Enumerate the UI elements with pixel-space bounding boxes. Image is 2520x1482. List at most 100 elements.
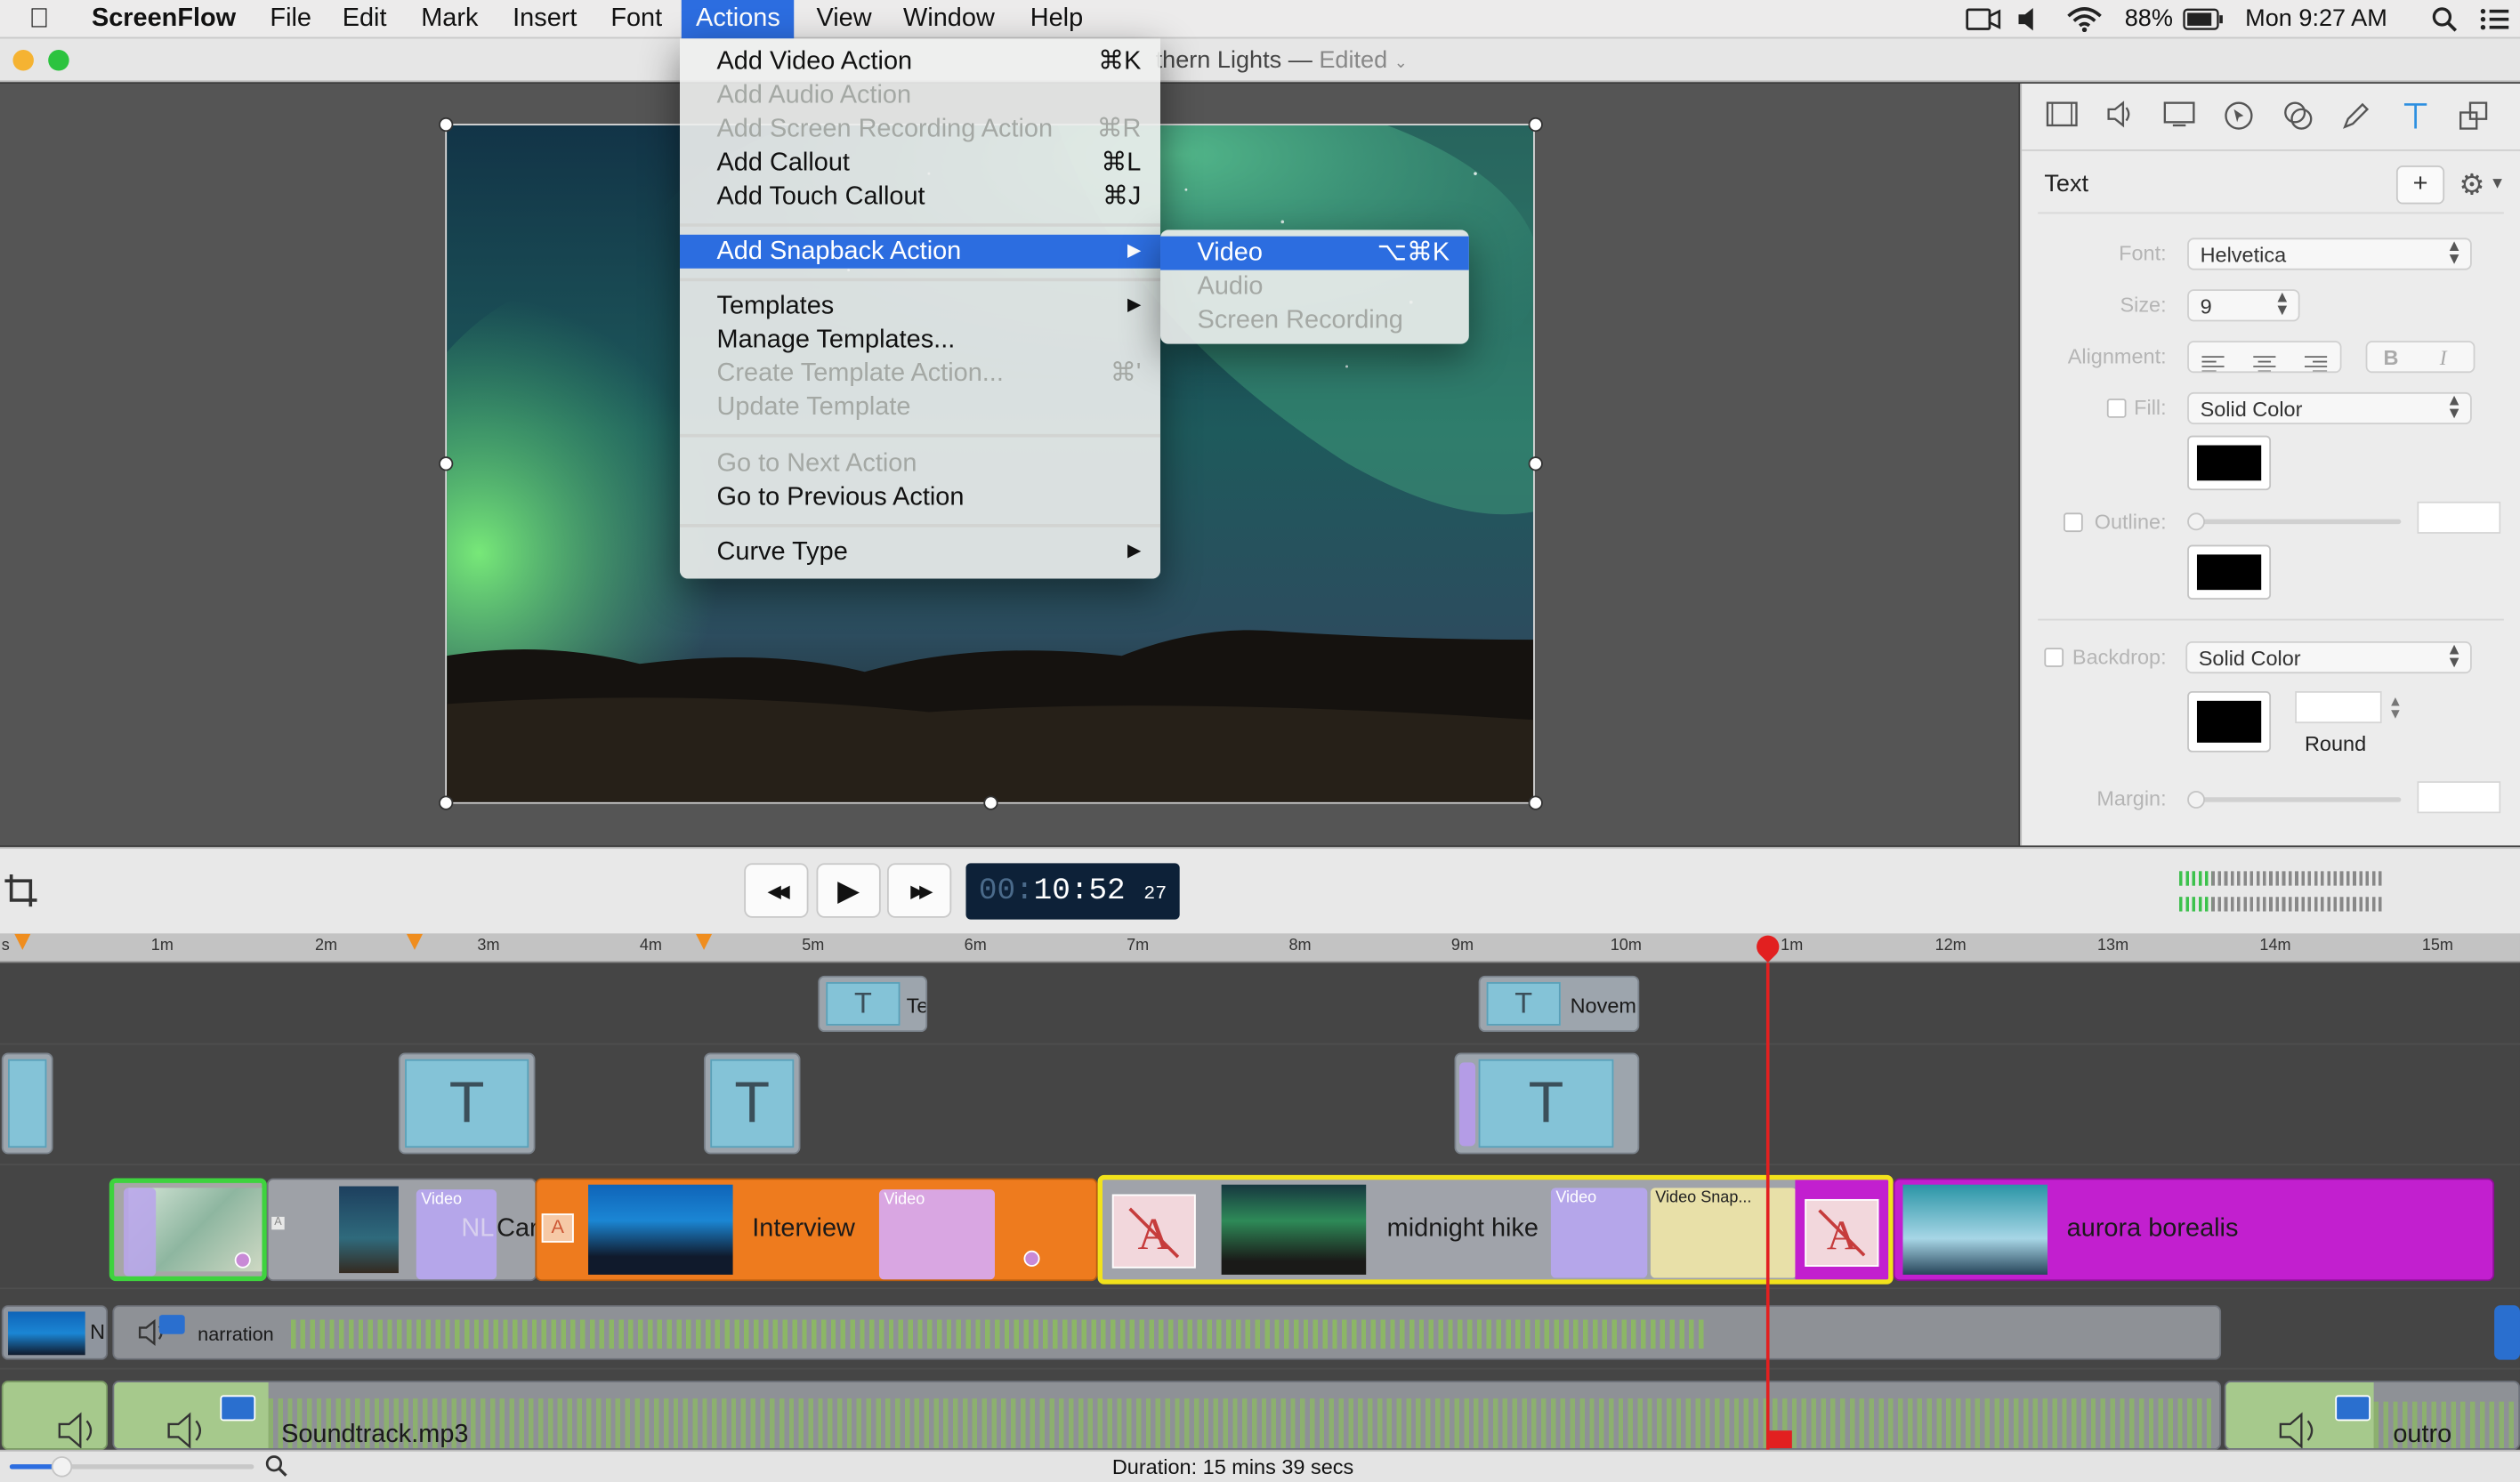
menu-insert[interactable]: Insert bbox=[513, 0, 577, 38]
timeline-ruler[interactable]: s 1m 2m 3m 4m 5m 6m 7m 8m 9m 10m 1m 12m … bbox=[0, 930, 2520, 963]
outline-width-slider[interactable] bbox=[2192, 519, 2402, 525]
minimize-button[interactable] bbox=[12, 50, 34, 71]
playhead-handle[interactable] bbox=[1751, 930, 1784, 963]
battery-icon[interactable] bbox=[2183, 0, 2225, 38]
notification-center-icon[interactable] bbox=[2480, 0, 2509, 38]
outline-width-field[interactable] bbox=[2417, 501, 2501, 534]
backdrop-color-well[interactable] bbox=[2187, 690, 2272, 753]
margin-slider-knob[interactable] bbox=[2187, 791, 2205, 809]
volume-icon[interactable] bbox=[2017, 0, 2039, 38]
narration-audio-clip[interactable]: narration bbox=[112, 1305, 2222, 1360]
round-field[interactable] bbox=[2295, 690, 2382, 724]
menu-item-go-to-next-action[interactable]: Go to Next Action bbox=[680, 447, 1160, 480]
align-right-icon[interactable] bbox=[2304, 350, 2328, 380]
menu-help[interactable]: Help bbox=[1030, 0, 1083, 38]
fast-forward-button[interactable]: ▶▶ bbox=[886, 863, 952, 918]
text-clip[interactable]: T Te bbox=[818, 975, 928, 1033]
text-properties-icon[interactable] bbox=[2398, 100, 2434, 135]
submenu-item-screen-recording[interactable]: Screen Recording bbox=[1160, 304, 1469, 338]
text-clip[interactable] bbox=[1, 1052, 53, 1155]
outline-color-well[interactable] bbox=[2187, 544, 2272, 600]
bold-button[interactable]: B bbox=[2383, 345, 2398, 369]
menu-item-curve-type[interactable]: Curve Type ▶ bbox=[680, 536, 1160, 569]
size-popup[interactable]: 9 ▲ ▼ bbox=[2187, 289, 2300, 322]
play-button[interactable]: ▶ bbox=[816, 863, 881, 918]
audio-properties-icon[interactable] bbox=[2104, 100, 2139, 135]
resize-handle-bottom[interactable] bbox=[983, 795, 998, 810]
soundtrack-audio-clip[interactable]: Soundtrack.mp3 bbox=[112, 1381, 2222, 1450]
video-clip[interactable] bbox=[109, 1178, 267, 1282]
menu-item-add-callout[interactable]: Add Callout ⌘L bbox=[680, 146, 1160, 180]
resize-handle-top-left[interactable] bbox=[439, 117, 454, 133]
keyframe-dot[interactable] bbox=[1023, 1250, 1040, 1267]
annotations-pencil-icon[interactable] bbox=[2338, 100, 2374, 135]
text-clip[interactable]: T bbox=[1454, 1052, 1640, 1155]
video-properties-icon[interactable] bbox=[2044, 100, 2080, 135]
outro-audio-clip[interactable]: outro bbox=[2224, 1381, 2520, 1450]
gear-icon[interactable]: ⚙ bbox=[2459, 169, 2484, 203]
timeline-tracks[interactable]: T Te T Novem T T T A Video NL Car A Inte… bbox=[0, 962, 2520, 1450]
video-action-block[interactable]: Video bbox=[878, 1189, 995, 1280]
menu-font[interactable]: Font bbox=[610, 0, 662, 38]
video-clip-midnight-hike[interactable]: A midnight hike Video Video Snap... A bbox=[1097, 1174, 1894, 1285]
backdrop-popup[interactable]: Solid Color ▲ ▼ bbox=[2185, 640, 2472, 674]
audio-video-clip[interactable] bbox=[2494, 1305, 2520, 1360]
menu-actions[interactable]: Actions bbox=[681, 0, 796, 39]
align-center-icon[interactable] bbox=[2253, 350, 2276, 380]
audio-clip[interactable] bbox=[1, 1381, 109, 1450]
menu-mark[interactable]: Mark bbox=[421, 0, 478, 38]
stepper-icon[interactable]: ▲ ▼ bbox=[2388, 694, 2403, 721]
playhead-line[interactable] bbox=[1765, 962, 1770, 1450]
resize-handle-top-right[interactable] bbox=[1528, 117, 1543, 133]
menu-item-add-snapback-action[interactable]: Add Snapback Action ▶ bbox=[679, 234, 1161, 269]
zoom-slider-knob[interactable] bbox=[51, 1456, 73, 1478]
marker-icon[interactable] bbox=[696, 933, 713, 950]
menu-item-templates[interactable]: Templates ▶ bbox=[680, 289, 1160, 323]
wifi-icon[interactable] bbox=[2067, 0, 2103, 38]
marker-icon[interactable] bbox=[406, 933, 424, 950]
outline-checkbox[interactable] bbox=[2064, 512, 2083, 533]
transition-handle[interactable] bbox=[124, 1188, 157, 1277]
menu-item-add-video-action[interactable]: Add Video Action ⌘K bbox=[680, 45, 1160, 79]
menu-item-create-template-action[interactable]: Create Template Action... ⌘' bbox=[680, 357, 1160, 391]
marker-icon[interactable] bbox=[14, 933, 31, 950]
font-popup[interactable]: Helvetica ▲ ▼ bbox=[2187, 238, 2472, 270]
media-library-icon[interactable] bbox=[2456, 100, 2492, 135]
timecode-display[interactable]: 00:10:52 27 bbox=[965, 863, 1180, 920]
menu-item-update-template[interactable]: Update Template bbox=[680, 391, 1160, 424]
align-left-icon[interactable] bbox=[2201, 350, 2225, 380]
video-action-block[interactable]: Video NL bbox=[416, 1189, 497, 1280]
text-clip[interactable]: T bbox=[398, 1052, 536, 1155]
video-clip-aurora-borealis[interactable]: aurora borealis bbox=[1893, 1178, 2495, 1282]
clock[interactable]: Mon 9:27 AM bbox=[2245, 0, 2387, 38]
menu-window[interactable]: Window bbox=[903, 0, 995, 38]
menu-item-add-touch-callout[interactable]: Add Touch Callout ⌘J bbox=[680, 180, 1160, 213]
video-action-block[interactable]: Video bbox=[1550, 1188, 1648, 1278]
menu-item-manage-templates[interactable]: Manage Templates... bbox=[680, 323, 1160, 357]
zoom-button[interactable] bbox=[48, 50, 69, 71]
camera-icon[interactable] bbox=[1966, 0, 2001, 38]
menu-item-add-screen-recording-action[interactable]: Add Screen Recording Action ⌘R bbox=[680, 112, 1160, 146]
resize-handle-right[interactable] bbox=[1528, 456, 1543, 471]
submenu-item-audio[interactable]: Audio bbox=[1160, 270, 1469, 304]
menu-item-add-audio-action[interactable]: Add Audio Action bbox=[680, 79, 1160, 113]
audio-clip-marker[interactable] bbox=[1769, 1430, 1792, 1449]
spotlight-search-icon[interactable] bbox=[2432, 0, 2458, 38]
menu-file[interactable]: File bbox=[270, 0, 311, 38]
resize-handle-bottom-left[interactable] bbox=[439, 795, 454, 810]
touch-callout-icon[interactable] bbox=[2281, 100, 2316, 135]
crop-icon[interactable] bbox=[4, 873, 39, 916]
keyframe-dot[interactable] bbox=[234, 1252, 251, 1269]
margin-field[interactable] bbox=[2417, 781, 2501, 814]
screen-recording-icon[interactable] bbox=[2161, 100, 2197, 135]
audio-video-clip[interactable]: N bbox=[1, 1305, 109, 1360]
chevron-down-icon[interactable]: ▼ bbox=[2490, 175, 2506, 193]
text-clip[interactable]: T bbox=[704, 1052, 801, 1155]
chevron-down-icon[interactable]: ⌄ bbox=[1394, 54, 1408, 72]
fill-popup[interactable]: Solid Color ▲ ▼ bbox=[2187, 391, 2472, 425]
margin-slider[interactable] bbox=[2192, 797, 2402, 802]
fill-color-well[interactable] bbox=[2187, 435, 2272, 491]
menu-view[interactable]: View bbox=[817, 0, 872, 38]
video-clip-interview[interactable]: A Interview Video bbox=[535, 1178, 1098, 1282]
resize-handle-left[interactable] bbox=[439, 456, 454, 471]
